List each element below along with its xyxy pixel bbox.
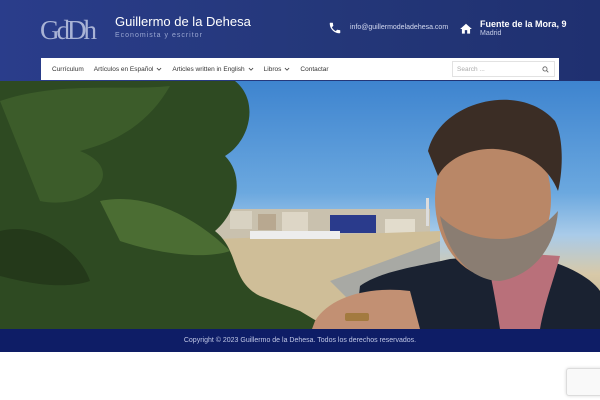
chevron-down-icon [248,67,254,71]
nav-item-label: Artículos en Español [93,65,154,73]
phone-icon [329,22,341,34]
nav-item-contactar[interactable]: Contactar [295,58,333,80]
address-street: Fuente de la Mora, 9 [480,19,567,29]
search-box [452,61,555,77]
nav-item-articulos-espanol[interactable]: Artículos en Español [89,58,168,80]
nav-item-label: Articles written in English [172,65,245,73]
footer-bar: Copyright © 2023 Guillermo de la Dehesa.… [0,329,600,352]
nav-item-articles-english[interactable]: Articles written in English [167,58,258,80]
blue-pavilion [330,215,376,233]
chevron-down-icon [157,67,162,71]
search-icon[interactable] [542,65,549,73]
nav-item-libros[interactable]: Libros [259,58,296,80]
nav-item-label: Libros [263,65,282,73]
main-navigation: Currículum Artículos en Español Articles… [41,58,559,80]
mast [426,198,429,226]
hero-photo [0,81,600,329]
watch [345,313,369,321]
site-tagline: Economista y escritor [115,32,203,39]
copyright-text: Copyright © 2023 Guillermo de la Dehesa.… [183,337,417,344]
hero-illustration [0,81,600,329]
contact-email-link[interactable]: info@guillermodeladehesa.com [350,24,448,31]
building [385,219,415,233]
site-logo[interactable]: GdDh [40,15,104,45]
nav-item-label: Currículum [52,65,84,73]
nav-item-label: Contactar [300,65,329,73]
building [230,211,252,229]
site-header: GdDh Guillermo de la Dehesa Economista y… [0,0,600,81]
building [258,214,276,230]
nav-item-curriculum[interactable]: Currículum [47,58,89,80]
recaptcha-badge[interactable] [566,368,600,396]
chevron-down-icon [284,67,290,71]
site-title[interactable]: Guillermo de la Dehesa [115,14,251,29]
building [282,212,308,231]
home-icon [460,23,472,34]
beach-tents [250,231,340,239]
address-city: Madrid [480,30,502,37]
search-input[interactable] [453,62,539,76]
